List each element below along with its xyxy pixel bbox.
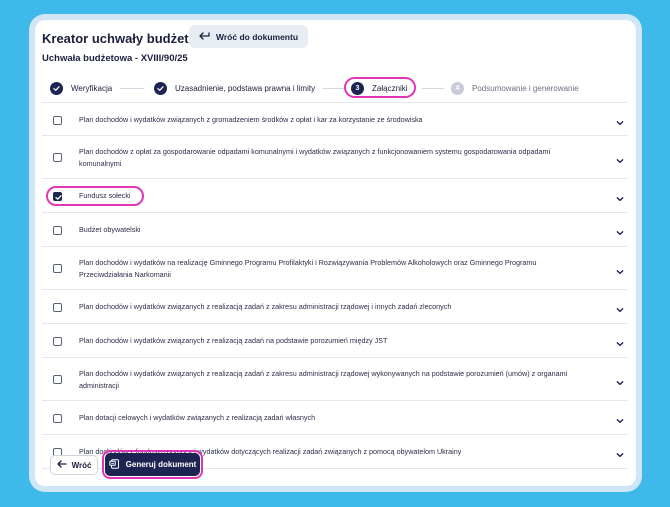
- attachment-checkbox[interactable]: [53, 302, 62, 312]
- attachment-checkbox[interactable]: [53, 225, 62, 235]
- document-subtitle: Uchwała budżetowa - XVIII/90/25: [42, 53, 188, 64]
- attachment-checkbox[interactable]: [53, 336, 62, 346]
- attachment-row[interactable]: Plan dotacji celowych i wydatków związan…: [42, 401, 628, 435]
- back-to-document-button[interactable]: Wróć do dokumentu: [189, 25, 309, 48]
- attachment-label: Plan dochodów i wydatków związanych z re…: [79, 369, 568, 390]
- back-button-label: Wróć: [71, 460, 92, 470]
- attachment-label: Plan dochodów i wydatków związanych z re…: [79, 302, 452, 311]
- attachment-checkbox[interactable]: [53, 191, 62, 201]
- back-to-document-label: Wróć do dokumentu: [216, 31, 299, 42]
- step-verification[interactable]: Weryfikacja: [50, 76, 145, 100]
- attachment-label: Budżet obywatelski: [79, 225, 141, 234]
- step-justification[interactable]: Uzasadnienie, podstawa prawna i limity: [154, 76, 345, 100]
- attachment-row[interactable]: Plan dochodów i wydatków związanych z re…: [42, 324, 628, 358]
- attachment-label: Plan dochodów i wydatków związanych z re…: [79, 336, 388, 345]
- step-attachments[interactable]: 3 Załączniki: [351, 76, 444, 100]
- step-connector: [120, 87, 145, 89]
- attachment-row[interactable]: Budżet obywatelski: [42, 213, 628, 247]
- check-circle-icon: [50, 81, 63, 95]
- chevron-down-icon[interactable]: [615, 191, 625, 202]
- attachment-row[interactable]: Plan dochodów z opłat za gospodarowanie …: [42, 136, 628, 179]
- generate-document-label: Generuj dokument: [125, 460, 197, 469]
- attachment-checkbox[interactable]: [53, 375, 62, 384]
- step-label: Uzasadnienie, podstawa prawna i limity: [175, 83, 316, 93]
- step-number: 4: [451, 81, 464, 95]
- attachment-row[interactable]: Plan dochodów i wydatków związanych z gr…: [42, 102, 628, 136]
- attachment-label: Plan dochodów i wydatków na realizację G…: [79, 258, 537, 279]
- attachment-label: Plan dochodów z opłat za gospodarowanie …: [79, 147, 551, 168]
- step-label: Weryfikacja: [71, 83, 113, 93]
- chevron-down-icon[interactable]: [615, 153, 625, 163]
- document-icon: [108, 458, 120, 471]
- step-summary[interactable]: 4 Podsumowanie i generowanie: [451, 76, 579, 100]
- check-circle-icon: [154, 81, 167, 95]
- attachment-label: Plan dochodów i wydatków związanych z gr…: [79, 115, 423, 124]
- step-label: Podsumowanie i generowanie: [472, 83, 579, 93]
- attachment-row[interactable]: Plan dochodów i wydatków związanych z re…: [42, 358, 628, 401]
- chevron-down-icon[interactable]: [615, 225, 625, 236]
- step-label: Załączniki: [372, 83, 408, 93]
- attachment-checkbox[interactable]: [53, 153, 62, 162]
- attachment-row[interactable]: Plan dochodów i wydatków związanych z re…: [42, 290, 628, 324]
- stepper: Weryfikacja Uzasadnienie, podstawa prawn…: [35, 76, 636, 100]
- chevron-down-icon[interactable]: [615, 302, 625, 313]
- attachment-checkbox[interactable]: [53, 115, 62, 125]
- chevron-down-icon[interactable]: [615, 375, 625, 385]
- chevron-down-icon[interactable]: [615, 336, 625, 347]
- chevron-down-icon[interactable]: [615, 413, 625, 424]
- back-button[interactable]: Wróć: [50, 455, 98, 475]
- arrow-back-icon: [199, 32, 210, 41]
- attachment-label: Plan dotacji celowych i wydatków związan…: [79, 413, 316, 422]
- attachment-row[interactable]: Plan dochodów i wydatków na realizację G…: [42, 247, 628, 290]
- generate-document-button[interactable]: Generuj dokument: [105, 453, 200, 476]
- chevron-down-icon[interactable]: [615, 115, 625, 126]
- attachments-list: Plan dochodów i wydatków związanych z gr…: [42, 102, 628, 469]
- chevron-down-icon[interactable]: [615, 264, 625, 274]
- attachment-row[interactable]: Fundusz sołecki: [42, 179, 628, 213]
- arrow-left-icon: [56, 460, 67, 470]
- step-number: 3: [351, 81, 364, 95]
- attachment-checkbox[interactable]: [53, 413, 62, 423]
- attachment-checkbox[interactable]: [53, 264, 62, 273]
- attachment-label: Fundusz sołecki: [79, 191, 131, 200]
- step-connector: [421, 87, 444, 89]
- footer-actions: Wróć Generuj dokument: [35, 450, 636, 486]
- wizard-panel: Kreator uchwały budżetowej Wróć do dokum…: [35, 20, 636, 486]
- step-connector: [323, 87, 345, 89]
